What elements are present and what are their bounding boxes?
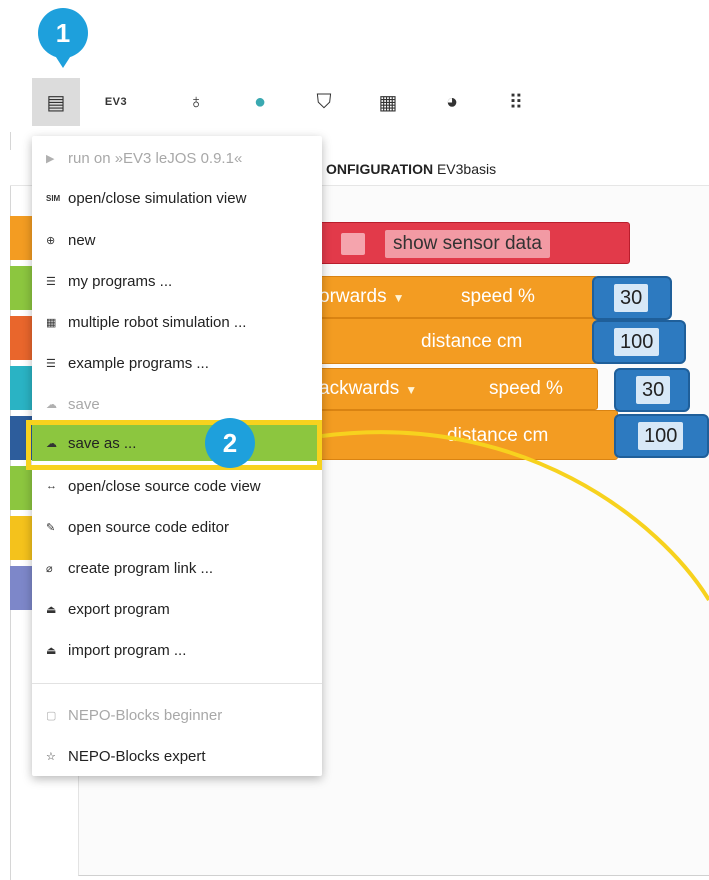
menu-item-label: new: [68, 231, 96, 249]
callout-step-1: 1: [38, 8, 88, 58]
menu-item-source-code-view[interactable]: ↔ open/close source code view: [32, 468, 322, 504]
cloud-upload-icon: ☁: [46, 398, 57, 411]
callout-step-2: 2: [205, 418, 255, 468]
menu-item-label: NEPO-Blocks beginner: [68, 706, 223, 724]
menu-item-label: export program: [68, 600, 170, 618]
menu-item-run-on[interactable]: ▶ run on »EV3 leJOS 0.9.1«: [32, 140, 322, 176]
menu-item-label: create program link ...: [68, 559, 214, 577]
menu-item-save[interactable]: ☁ save: [32, 386, 322, 422]
menu-item-label: multiple robot simulation ...: [68, 313, 247, 331]
menu-item-new[interactable]: ⊕ new: [32, 222, 322, 258]
menu-item-label: open/close simulation view: [68, 189, 247, 207]
menu-item-simulation-view[interactable]: SIM open/close simulation view: [32, 180, 322, 216]
menu-item-nepo-beginner[interactable]: ▢ NEPO-Blocks beginner: [32, 697, 322, 733]
menu-item-example-programs[interactable]: ☰ example programs ...: [32, 345, 322, 381]
list-icon: ☰: [46, 357, 56, 370]
new-file-icon: ⊕: [46, 234, 56, 247]
menu-divider: [32, 683, 322, 684]
menu-item-label: NEPO-Blocks expert: [68, 747, 206, 765]
highlight-frame: [26, 420, 322, 470]
export-icon: ⏏: [46, 603, 57, 616]
menu-item-multiple-robot-simulation[interactable]: ▦ multiple robot simulation ...: [32, 304, 322, 340]
link-icon: ⌀: [46, 562, 53, 575]
sim-icon: SIM: [46, 193, 61, 203]
menu-item-label: my programs ...: [68, 272, 173, 290]
menu-item-nepo-expert[interactable]: ☆ NEPO-Blocks expert: [32, 738, 322, 774]
grid-icon: ▦: [46, 316, 57, 329]
square-icon: ▢: [46, 709, 57, 722]
code-arrows-icon: ↔: [46, 480, 57, 492]
menu-item-label: open source code editor: [68, 518, 229, 536]
menu-item-label: open/close source code view: [68, 477, 261, 495]
menu-item-label: import program ...: [68, 641, 187, 659]
play-icon: ▶: [46, 152, 55, 165]
star-icon: ☆: [46, 750, 56, 763]
list-icon: ☰: [46, 275, 56, 288]
menu-item-my-programs[interactable]: ☰ my programs ...: [32, 263, 322, 299]
import-icon: ⏏: [46, 644, 57, 657]
menu-item-label: save: [68, 395, 100, 413]
callout-pointer: [54, 54, 72, 68]
menu-item-create-program-link[interactable]: ⌀ create program link ...: [32, 550, 322, 586]
menu-item-label: example programs ...: [68, 354, 209, 372]
menu-item-import-program[interactable]: ⏏ import program ...: [32, 632, 322, 668]
menu-item-export-program[interactable]: ⏏ export program: [32, 591, 322, 627]
menu-item-label: run on »EV3 leJOS 0.9.1«: [68, 149, 243, 167]
edit-icon: ✎: [46, 521, 56, 534]
menu-item-source-code-editor[interactable]: ✎ open source code editor: [32, 509, 322, 545]
